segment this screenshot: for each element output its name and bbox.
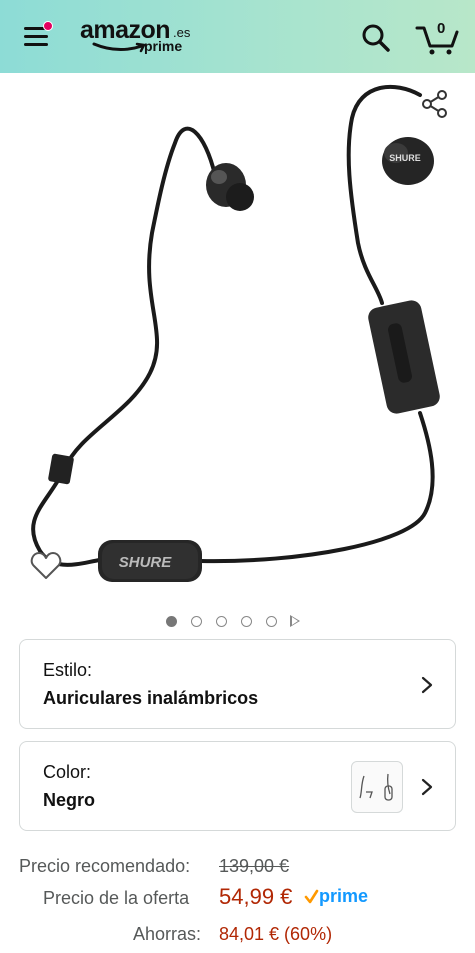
share-icon bbox=[422, 90, 447, 118]
color-value: Negro bbox=[43, 790, 96, 810]
list-price-label: Precio recomendado: bbox=[19, 856, 191, 876]
smile-arrow-icon bbox=[92, 42, 146, 53]
top-bar: amazon .es prime 0 bbox=[0, 0, 475, 73]
product-thumbnail-image bbox=[359, 773, 393, 801]
module-brand-text: SHURE bbox=[119, 554, 173, 571]
amazon-logo[interactable]: amazon .es prime bbox=[80, 16, 200, 58]
savings-label: Ahorras: bbox=[133, 924, 202, 944]
cart-button[interactable]: 0 bbox=[415, 18, 461, 56]
logo-prime: prime bbox=[144, 38, 183, 54]
product-image-carousel[interactable]: SHURE SHURE bbox=[0, 73, 475, 603]
prime-badge-text: prime bbox=[319, 886, 368, 906]
carousel-dot-2[interactable] bbox=[191, 616, 202, 627]
prime-badge: prime bbox=[304, 886, 368, 906]
color-selector[interactable]: Color: Negro bbox=[19, 741, 456, 831]
carousel-dot-3[interactable] bbox=[216, 616, 227, 627]
style-selector[interactable]: Estilo: Auriculares inalámbricos bbox=[19, 639, 456, 729]
notification-dot bbox=[43, 21, 53, 31]
chevron-right-icon bbox=[421, 778, 433, 796]
share-button[interactable] bbox=[420, 89, 450, 119]
color-label: Color: bbox=[43, 762, 92, 782]
carousel-dot-4[interactable] bbox=[241, 616, 252, 627]
carousel-dot-5[interactable] bbox=[266, 616, 277, 627]
chevron-right-icon bbox=[421, 676, 433, 694]
search-button[interactable] bbox=[360, 22, 392, 54]
style-value: Auriculares inalámbricos bbox=[43, 688, 259, 708]
carousel-indicators bbox=[164, 614, 314, 630]
menu-icon-bar bbox=[24, 35, 48, 38]
deal-price-value: 54,99 € bbox=[219, 884, 293, 909]
video-play-icon[interactable] bbox=[290, 615, 300, 627]
color-swatch-thumbnail[interactable] bbox=[351, 761, 403, 813]
heart-icon bbox=[30, 552, 62, 579]
carousel-dot-1[interactable] bbox=[166, 616, 177, 627]
cart-count: 0 bbox=[437, 20, 446, 37]
savings-value: 84,01 € (60%) bbox=[219, 924, 333, 944]
search-icon bbox=[362, 24, 390, 52]
product-image: SHURE SHURE bbox=[31, 84, 440, 582]
earpiece-brand-text: SHURE bbox=[389, 153, 421, 163]
menu-button[interactable] bbox=[22, 21, 53, 50]
list-price-value: 139,00 € bbox=[219, 856, 290, 876]
wishlist-button[interactable] bbox=[30, 551, 62, 581]
deal-price-label: Precio de la oferta bbox=[43, 888, 190, 908]
style-label: Estilo: bbox=[43, 660, 93, 680]
menu-icon-bar bbox=[24, 43, 48, 46]
